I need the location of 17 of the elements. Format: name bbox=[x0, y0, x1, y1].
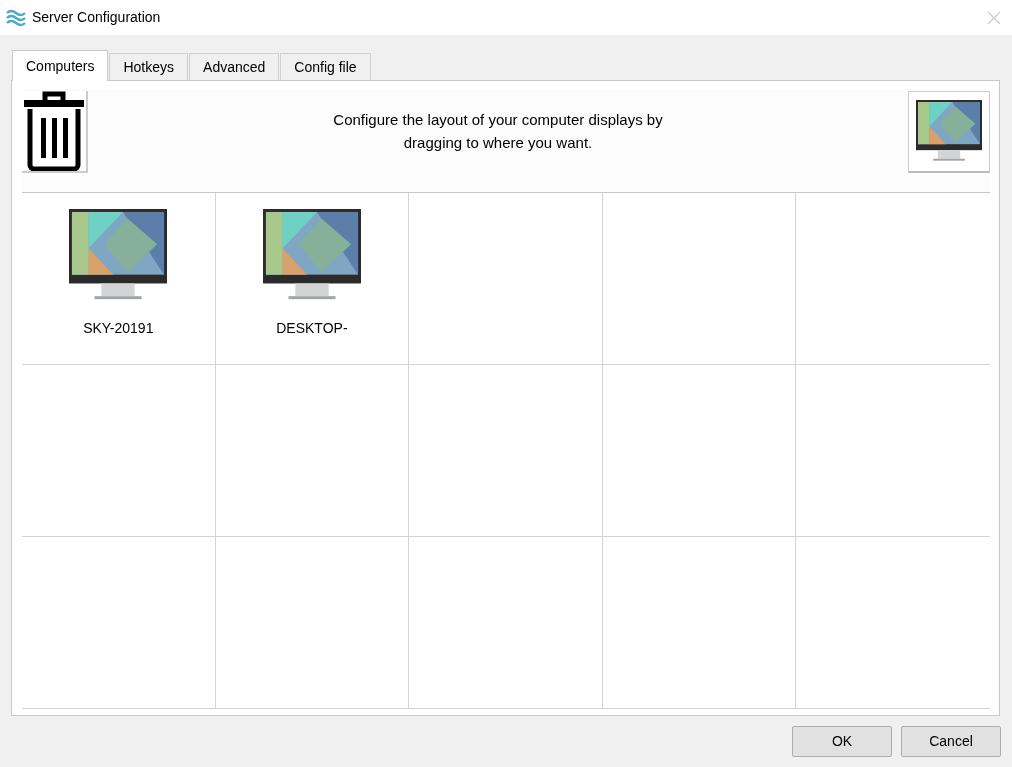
instructions-text: Configure the layout of your computer displays by dragging to where you want. bbox=[332, 110, 664, 153]
monitor-icon bbox=[69, 209, 168, 301]
tab[interactable]: Hotkeys bbox=[109, 53, 189, 80]
computer-name: SKY-20191 bbox=[83, 319, 154, 339]
tab[interactable]: Config file bbox=[280, 53, 371, 80]
tab[interactable]: Computers bbox=[12, 50, 109, 81]
computer-tile[interactable]: DESKTOP- bbox=[262, 209, 361, 340]
dialog-button[interactable]: OK bbox=[792, 726, 892, 757]
monitor-icon bbox=[916, 100, 982, 162]
tab[interactable]: Advanced bbox=[189, 53, 280, 80]
computer-name: DESKTOP- bbox=[276, 319, 348, 339]
app-logo-icon bbox=[6, 7, 26, 28]
monitor-icon bbox=[262, 209, 361, 301]
computer-tile[interactable]: SKY-20191 bbox=[69, 209, 168, 340]
new-computer-button[interactable] bbox=[908, 90, 990, 173]
window-title: Server Configuration bbox=[32, 8, 162, 27]
dialog-button[interactable]: Cancel bbox=[901, 726, 1001, 757]
